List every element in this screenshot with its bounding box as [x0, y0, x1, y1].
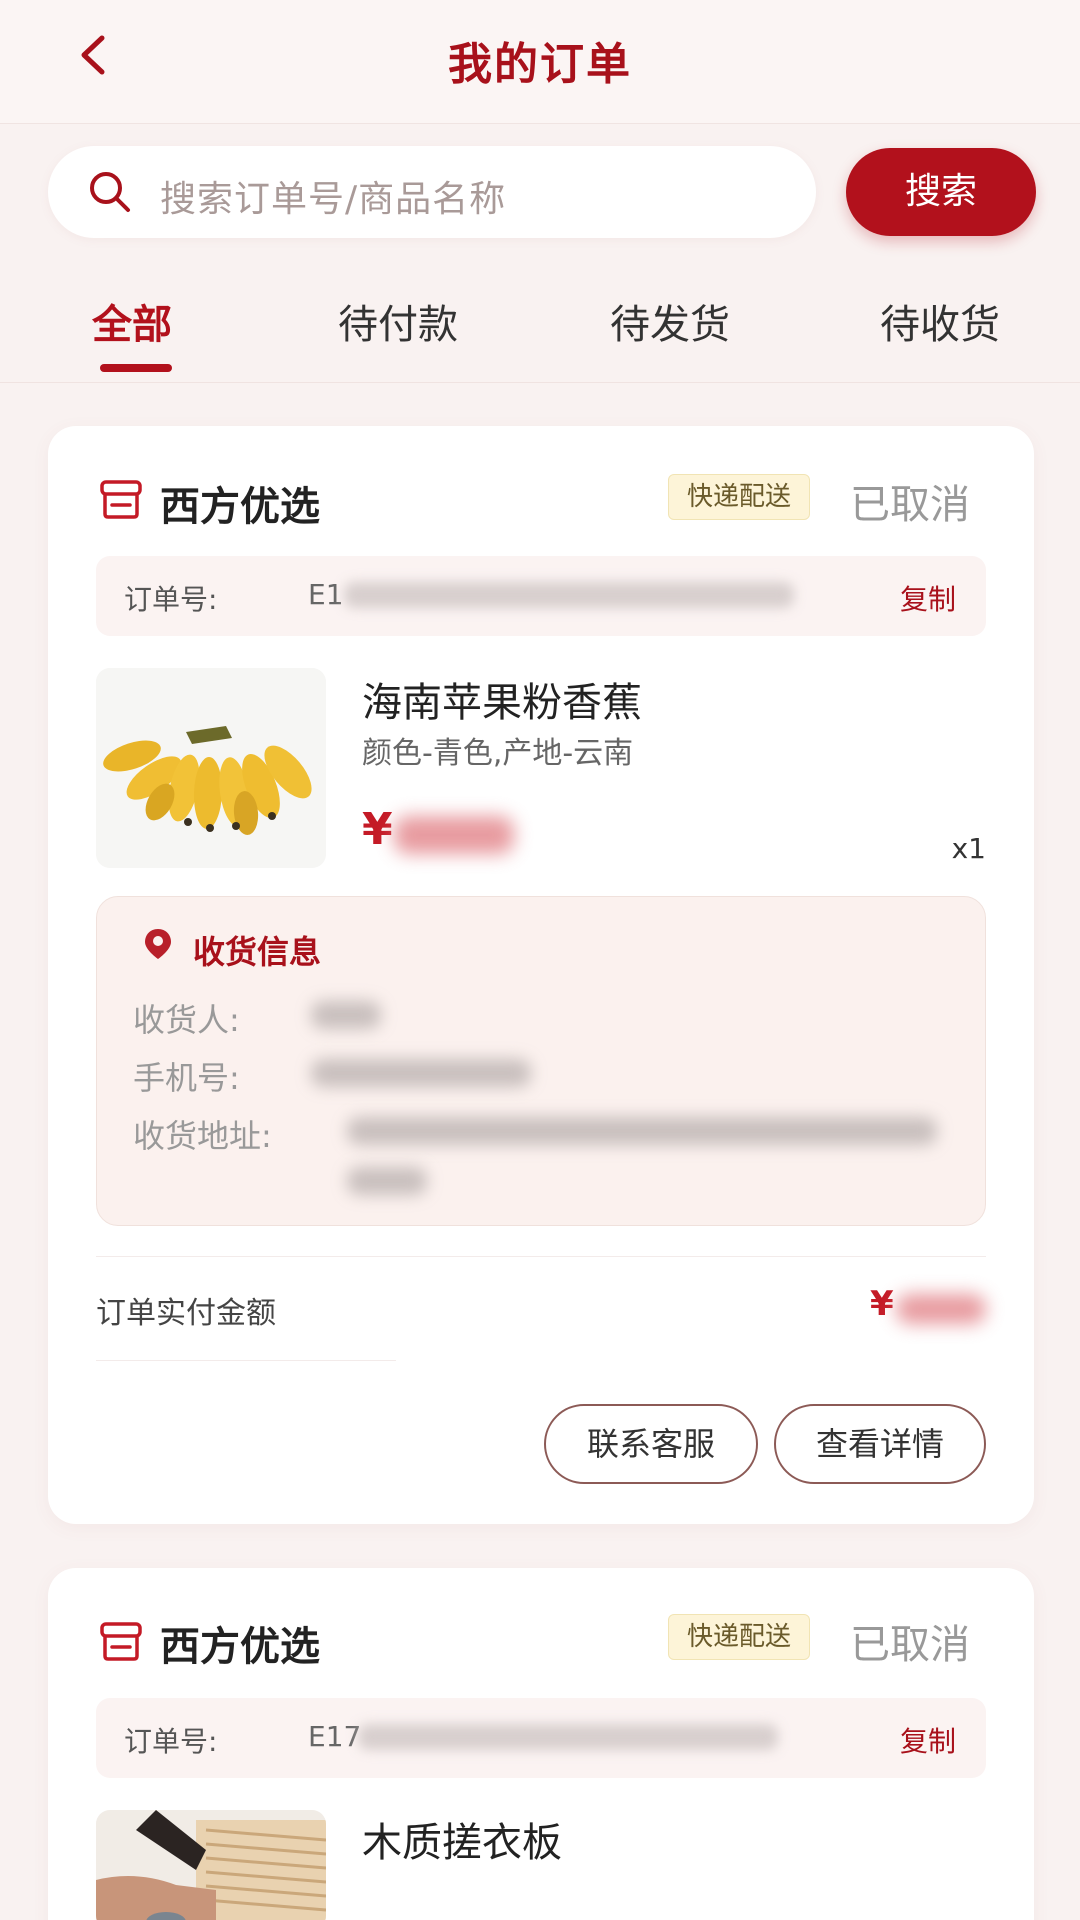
- tab-all[interactable]: 全部: [92, 292, 172, 350]
- blurred-total: [896, 1294, 986, 1324]
- address-label: 收货地址:: [133, 1117, 272, 1155]
- product-image[interactable]: [96, 668, 326, 868]
- copy-button[interactable]: 复制: [900, 1720, 956, 1760]
- shop-icon: [100, 1622, 142, 1661]
- banana-image: [96, 668, 326, 868]
- shipping-info-box: 收货信息 收货人: 手机号: 收货地址:: [96, 896, 986, 1226]
- location-pin-icon: [145, 929, 171, 959]
- receiver-label: 收货人:: [133, 1001, 240, 1039]
- blurred-receiver: [311, 1001, 381, 1029]
- top-bar: 我的订单: [0, 0, 1080, 124]
- shop-name: 西方优选: [160, 1624, 320, 1670]
- search-input[interactable]: 搜索订单号/商品名称: [48, 146, 816, 238]
- total-symbol: ¥: [870, 1284, 894, 1324]
- product-spec: 颜色-青色,产地-云南: [362, 736, 634, 771]
- divider: [96, 1256, 986, 1257]
- order-number-row: 订单号: E1 复制: [96, 556, 986, 636]
- contact-service-button[interactable]: 联系客服: [544, 1404, 758, 1484]
- page-title: 我的订单: [448, 39, 632, 90]
- order-tabs: 全部 待付款 待发货 待收货: [0, 292, 1080, 382]
- shipping-info-title: 收货信息: [193, 933, 322, 971]
- blurred-phone: [311, 1059, 531, 1087]
- shop-name: 西方优选: [160, 484, 320, 530]
- phone-label: 手机号:: [133, 1059, 240, 1097]
- total-label: 订单实付金额: [96, 1296, 276, 1331]
- divider: [0, 382, 1080, 383]
- search-icon: [90, 172, 130, 212]
- blurred-order-number: [358, 1724, 778, 1750]
- order-number-row: 订单号: E17 复制: [96, 1698, 986, 1778]
- product-name[interactable]: 海南苹果粉香蕉: [362, 670, 642, 728]
- search-placeholder: 搜索订单号/商品名称: [160, 179, 507, 220]
- delivery-badge: 快递配送: [668, 474, 811, 520]
- delivery-badge: 快递配送: [668, 1614, 811, 1660]
- tab-pending-payment[interactable]: 待付款: [338, 292, 458, 350]
- product-name[interactable]: 木质搓衣板: [362, 1810, 562, 1868]
- order-number-label: 订单号:: [124, 1725, 218, 1758]
- order-number-value: E1: [308, 578, 344, 611]
- product-image[interactable]: [96, 1810, 326, 1920]
- order-status: 已取消: [850, 1622, 970, 1668]
- copy-button[interactable]: 复制: [900, 578, 956, 618]
- search-button[interactable]: 搜索: [846, 148, 1036, 236]
- order-card: 西方优选 快递配送 已取消 订单号: E1 复制 海南苹果粉香蕉 颜色-青色,产…: [48, 426, 1034, 1524]
- price-symbol: ¥: [362, 804, 393, 855]
- order-number-label: 订单号:: [124, 583, 218, 616]
- order-number-value: E17: [308, 1720, 362, 1753]
- tab-pending-shipment[interactable]: 待发货: [610, 292, 730, 350]
- washboard-image: [96, 1810, 326, 1920]
- tab-pending-receipt[interactable]: 待收货: [880, 292, 1000, 350]
- shop-icon: [100, 480, 142, 519]
- blurred-price: [394, 816, 514, 854]
- view-details-button[interactable]: 查看详情: [774, 1404, 986, 1484]
- order-card: 西方优选 快递配送 已取消 订单号: E17 复制 木质搓衣板: [48, 1568, 1034, 1920]
- quantity: x1: [951, 832, 986, 865]
- blurred-order-number: [344, 582, 794, 608]
- divider: [96, 1360, 396, 1361]
- active-tab-indicator: [100, 364, 172, 372]
- blurred-address-line-1: [347, 1117, 937, 1145]
- order-status: 已取消: [850, 482, 970, 528]
- blurred-address-line-2: [347, 1167, 427, 1195]
